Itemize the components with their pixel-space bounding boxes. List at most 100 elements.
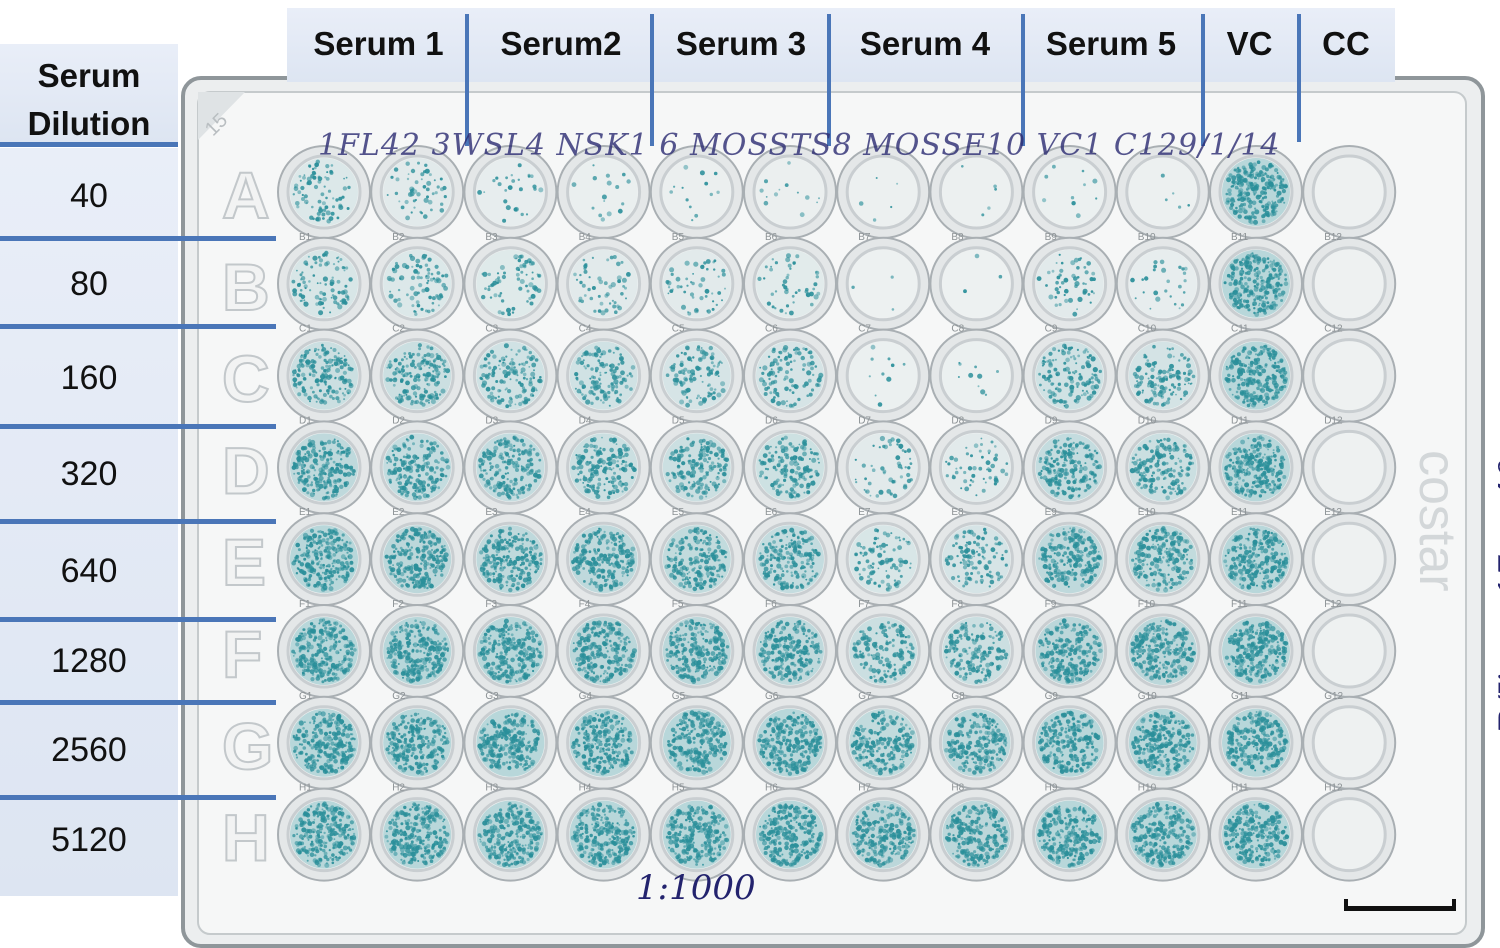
plate-row-letter-g: G (222, 709, 273, 783)
well-c8 (929, 328, 1024, 423)
well-d11 (1209, 420, 1303, 515)
well-id-label: G9 (1045, 691, 1059, 702)
well-id-label: H8 (951, 783, 964, 794)
well-id-label: D7 (858, 415, 871, 426)
column-label-4: Serum 4 (859, 25, 991, 62)
well-id-label: E8 (951, 507, 964, 518)
well-d9 (1022, 420, 1117, 515)
well-id-label: E7 (858, 507, 871, 518)
well-id-label: B9 (1045, 232, 1058, 243)
well-c11 (1209, 328, 1303, 423)
well-id-label: C5 (672, 324, 685, 335)
column-label-1: Serum 1 (313, 25, 444, 62)
well-c7 (836, 328, 931, 423)
well-f7 (836, 604, 931, 698)
well-f2 (370, 604, 465, 698)
well-d2 (370, 420, 465, 515)
well-id-label: H5 (672, 783, 685, 794)
column-divider-line (1297, 14, 1301, 142)
well-id-label: G2 (392, 691, 406, 702)
well-id-label: C2 (392, 324, 405, 335)
well-id-label: H2 (392, 783, 405, 794)
well-h4 (556, 787, 651, 882)
well-d8 (929, 420, 1024, 515)
well-g11 (1209, 695, 1303, 790)
well-id-label: G5 (672, 691, 686, 702)
well-id-label: C10 (1138, 324, 1157, 335)
well-g6 (743, 695, 837, 790)
well-b6 (743, 236, 837, 331)
well-id-label: D4 (579, 415, 592, 426)
well-b1 (277, 236, 371, 331)
dilution-row-label-3: 160 (60, 359, 118, 397)
well-id-label: G3 (485, 691, 499, 702)
well-c5 (649, 328, 744, 423)
well-id-label: D1 (299, 415, 312, 426)
well-h5 (649, 787, 744, 882)
well-id-label: G10 (1138, 691, 1157, 702)
well-c9 (1022, 328, 1117, 423)
plate-row-letter-f: F (222, 617, 262, 691)
well-id-label: B2 (392, 232, 405, 243)
well-f11 (1209, 604, 1303, 698)
column-label-6: VC (1226, 25, 1273, 62)
well-id-label: H7 (858, 783, 871, 794)
well-id-label: E5 (672, 507, 685, 518)
row-divider-line (0, 617, 276, 622)
plate-row-letter-a: A (222, 158, 270, 232)
well-a12 (1302, 145, 1397, 239)
well-f5 (649, 604, 744, 698)
well-d7 (836, 420, 931, 515)
well-f4 (556, 604, 651, 698)
well-f12 (1302, 604, 1397, 698)
well-id-label: C7 (858, 324, 871, 335)
plate-row-letter-c: C (222, 342, 270, 416)
well-c12 (1302, 328, 1397, 423)
well-f1 (277, 604, 371, 698)
well-g10 (1115, 695, 1210, 790)
well-h1 (277, 787, 371, 882)
well-id-label: E12 (1324, 507, 1342, 518)
dilution-title-line1: Serum (37, 57, 141, 94)
well-id-label: B8 (951, 232, 964, 243)
well-id-label: E11 (1231, 507, 1248, 518)
well-e10 (1115, 512, 1210, 607)
scale-bar (1344, 899, 1456, 911)
well-id-label: B11 (1231, 232, 1248, 243)
well-id-label: F5 (672, 599, 684, 610)
well-id-label: D9 (1045, 415, 1058, 426)
well-id-label: F8 (951, 599, 963, 610)
well-e9 (1022, 512, 1117, 607)
dilution-row-label-1: 40 (70, 177, 108, 215)
well-id-label: B6 (765, 232, 778, 243)
plate-row-letter-h: H (222, 801, 270, 875)
well-g7 (836, 695, 931, 790)
well-id-label: D11 (1231, 415, 1249, 426)
well-g9 (1022, 695, 1117, 790)
well-g2 (370, 695, 465, 790)
well-id-label: D10 (1138, 415, 1157, 426)
well-id-label: C3 (485, 324, 498, 335)
well-d1 (277, 420, 371, 515)
row-divider-line (0, 795, 276, 800)
well-id-label: H4 (579, 783, 592, 794)
well-id-label: H10 (1138, 783, 1157, 794)
well-id-label: E3 (485, 507, 498, 518)
well-id-label: F11 (1231, 599, 1248, 610)
well-b10 (1115, 236, 1210, 331)
well-f10 (1115, 604, 1210, 698)
dilution-row-label-7: 2560 (51, 731, 127, 769)
well-id-label: F1 (299, 599, 311, 610)
well-c6 (743, 328, 837, 423)
plate-row-letter-d: D (222, 433, 270, 507)
well-h3 (463, 787, 558, 882)
well-id-label: B7 (858, 232, 871, 243)
well-id-label: D8 (951, 415, 964, 426)
well-g3 (463, 695, 558, 790)
dilution-title-line2: Dilution (27, 105, 151, 142)
well-id-label: F2 (392, 599, 404, 610)
plate-brand: costar (1408, 450, 1466, 592)
handwritten-top-label: 1FL42 3WSL4 NSK1 6 MOSSTS8 MOSSE10 VC1 C… (318, 128, 1281, 163)
well-g1 (277, 695, 371, 790)
well-id-label: B12 (1324, 232, 1342, 243)
